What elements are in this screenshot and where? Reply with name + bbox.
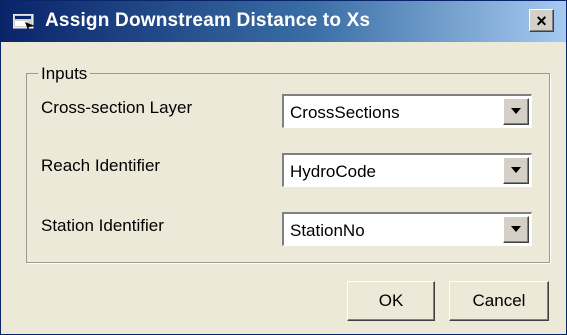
chevron-down-icon bbox=[511, 108, 521, 114]
cross-section-layer-value: CrossSections bbox=[290, 103, 400, 122]
reach-identifier-dropdown-button[interactable] bbox=[503, 157, 529, 184]
chevron-down-icon bbox=[511, 167, 521, 173]
station-identifier-value: StationNo bbox=[290, 221, 365, 240]
close-icon: × bbox=[536, 11, 547, 31]
chevron-down-icon bbox=[511, 226, 521, 232]
station-identifier-combo[interactable]: StationNo bbox=[282, 212, 532, 246]
cross-section-layer-label: Cross-section Layer bbox=[41, 98, 193, 117]
inputs-legend: Inputs bbox=[38, 64, 91, 84]
close-button[interactable]: × bbox=[529, 9, 554, 32]
dialog-window: Assign Downstream Distance to Xs × Input… bbox=[0, 0, 567, 335]
cross-section-layer-combo[interactable]: CrossSections bbox=[282, 94, 532, 128]
window-title: Assign Downstream Distance to Xs bbox=[45, 10, 371, 31]
station-identifier-dropdown-button[interactable] bbox=[503, 216, 529, 243]
reach-identifier-label: Reach Identifier bbox=[41, 156, 161, 175]
reach-identifier-value: HydroCode bbox=[290, 162, 376, 181]
cancel-button[interactable]: Cancel bbox=[449, 281, 549, 321]
reach-identifier-combo[interactable]: HydroCode bbox=[282, 153, 532, 187]
app-window-icon bbox=[13, 14, 35, 30]
cross-section-layer-dropdown-button[interactable] bbox=[503, 98, 529, 125]
station-identifier-label: Station Identifier bbox=[41, 216, 164, 235]
ok-button[interactable]: OK bbox=[347, 281, 435, 321]
title-bar[interactable]: Assign Downstream Distance to Xs × bbox=[1, 1, 566, 42]
